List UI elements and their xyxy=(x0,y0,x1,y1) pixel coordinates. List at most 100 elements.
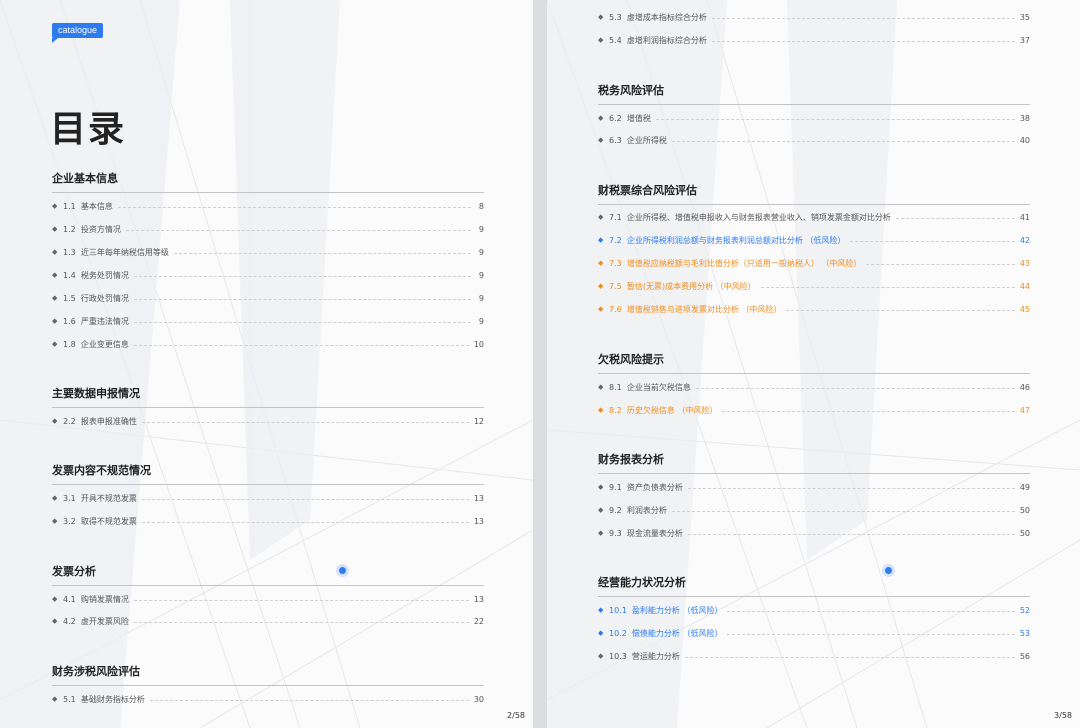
toc-entry[interactable]: ◆ 5.1 基础财务指标分析 30 xyxy=(52,692,484,706)
dot-leader xyxy=(866,263,1015,265)
section-title: 发票分析 xyxy=(52,563,484,586)
entry-number: 6.2 xyxy=(609,113,622,123)
entry-number: 6.3 xyxy=(609,135,622,145)
diamond-icon: ◆ xyxy=(52,294,58,302)
entry-page-number: 8 xyxy=(478,201,484,211)
toc-entry[interactable]: ◆ 5.3 虚增成本指标综合分析 35 xyxy=(598,10,1030,24)
toc-entry[interactable]: ◆ 10.1 盈利能力分析 （低风险） 52 xyxy=(598,603,1030,617)
toc-entry[interactable]: ◆ 10.3 营运能力分析 56 xyxy=(598,649,1030,663)
section-title: 税务风险评估 xyxy=(598,82,1030,105)
page-number: 3/58 xyxy=(1054,711,1072,720)
toc-entry[interactable]: ◆ 10.2 偿债能力分析 （低风险） 53 xyxy=(598,626,1030,640)
entry-page-number: 35 xyxy=(1019,12,1030,22)
entry-number: 8.2 xyxy=(609,405,622,415)
entry-number: 10.1 xyxy=(609,605,627,615)
diamond-icon: ◆ xyxy=(52,417,58,425)
diamond-icon: ◆ xyxy=(598,383,604,391)
diamond-icon: ◆ xyxy=(52,317,58,325)
entry-number: 7.3 xyxy=(609,258,622,268)
toc-entry[interactable]: ◆ 7.3 增值税应纳税额与毛利比值分析（只适用一般纳税人） （中风险） 43 xyxy=(598,256,1030,270)
entry-page-number: 49 xyxy=(1019,482,1030,492)
entry-page-number: 13 xyxy=(473,516,484,526)
toc-entry[interactable]: ◆ 1.2 投资方情况 9 xyxy=(52,222,484,236)
dot-leader xyxy=(684,656,1015,658)
toc-entry[interactable]: ◆ 4.1 购销发票情况 13 xyxy=(52,592,484,606)
diamond-icon: ◆ xyxy=(52,271,58,279)
diamond-icon: ◆ xyxy=(598,136,604,144)
dot-leader xyxy=(133,298,471,300)
entry-label: 企业所得税、增值税申报收入与财务报表营业收入、销项发票金额对比分析 xyxy=(626,212,891,222)
dot-leader xyxy=(711,17,1015,19)
dot-leader xyxy=(141,421,469,423)
toc-entry[interactable]: ◆ 1.3 近三年每年纳税信用等级 9 xyxy=(52,245,484,259)
entry-number: 1.6 xyxy=(63,316,76,326)
toc-entry[interactable]: ◆ 1.8 企业变更信息 10 xyxy=(52,337,484,351)
entry-number: 5.3 xyxy=(609,12,622,22)
entry-number: 3.1 xyxy=(63,493,76,503)
entry-label: 资产负债表分析 xyxy=(626,482,683,492)
toc-entry[interactable]: ◆ 1.5 行政处罚情况 9 xyxy=(52,291,484,305)
toc-entry[interactable]: ◆ 8.1 企业当前欠税信息 46 xyxy=(598,380,1030,394)
toc-entry[interactable]: ◆ 6.2 增值税 38 xyxy=(598,111,1030,125)
entry-page-number: 50 xyxy=(1019,528,1030,538)
diamond-icon: ◆ xyxy=(52,202,58,210)
toc-entry[interactable]: ◆ 7.6 增值税销售与进项发票对比分析 （中风险） 45 xyxy=(598,302,1030,316)
entry-label: 企业当前欠税信息 xyxy=(626,382,691,392)
entry-page-number: 38 xyxy=(1019,113,1030,123)
toc-entry[interactable]: ◆ 7.5 暂估(无票)成本费用分析 （中风险） 44 xyxy=(598,279,1030,293)
dot-leader xyxy=(895,217,1015,219)
toc-entry[interactable]: ◆ 7.1 企业所得税、增值税申报收入与财务报表营业收入、销项发票金额对比分析 41 xyxy=(598,210,1030,224)
entry-page-number: 10 xyxy=(473,339,484,349)
entry-label: 基本信息 xyxy=(80,201,113,211)
entry-label: 开具不规范发票 xyxy=(80,493,137,503)
diamond-icon: ◆ xyxy=(598,236,604,244)
entry-number: 4.1 xyxy=(63,594,76,604)
toc-entry[interactable]: ◆ 2.2 报表申报准确性 12 xyxy=(52,414,484,428)
entry-number: 1.4 xyxy=(63,270,76,280)
section-title: 发票内容不规范情况 xyxy=(52,462,484,485)
dot-leader xyxy=(722,410,1015,412)
section-title: 欠税风险提示 xyxy=(598,351,1030,374)
dot-leader xyxy=(671,140,1015,142)
entry-label: 虚增成本指标综合分析 xyxy=(626,12,707,22)
entry-page-number: 47 xyxy=(1019,405,1030,415)
toc-entry[interactable]: ◆ 5.4 虚增利润指标综合分析 37 xyxy=(598,33,1030,47)
toc-entry[interactable]: ◆ 8.2 历史欠税信息 （中风险） 47 xyxy=(598,403,1030,417)
entry-label: 历史欠税信息 （中风险） xyxy=(626,405,718,415)
entry-label: 报表申报准确性 xyxy=(80,416,137,426)
diamond-icon: ◆ xyxy=(598,259,604,267)
entry-label: 企业变更信息 xyxy=(80,339,129,349)
toc-entry[interactable]: ◆ 9.1 资产负债表分析 49 xyxy=(598,480,1030,494)
toc-entry[interactable]: ◆ 9.3 现金流量表分析 50 xyxy=(598,526,1030,540)
diamond-icon: ◆ xyxy=(52,248,58,256)
entry-page-number: 53 xyxy=(1019,628,1030,638)
entry-label: 增值税应纳税额与毛利比值分析（只适用一般纳税人） （中风险） xyxy=(626,258,862,268)
dot-leader xyxy=(117,206,471,208)
catalogue-badge: catalogue xyxy=(52,23,104,43)
toc-entry[interactable]: ◆ 4.2 虚开发票风险 22 xyxy=(52,614,484,628)
entry-number: 7.6 xyxy=(609,304,622,314)
diamond-icon: ◆ xyxy=(598,483,604,491)
toc-entry[interactable]: ◆ 9.2 利润表分析 50 xyxy=(598,503,1030,517)
entry-page-number: 30 xyxy=(473,694,484,704)
entry-number: 7.1 xyxy=(609,212,622,222)
toc-entry[interactable]: ◆ 3.2 取得不规范发票 13 xyxy=(52,514,484,528)
toc-entry[interactable]: ◆ 1.4 税务处罚情况 9 xyxy=(52,268,484,282)
entry-label: 严重违法情况 xyxy=(80,316,129,326)
diamond-icon: ◆ xyxy=(598,213,604,221)
dot-leader xyxy=(125,229,471,231)
entry-page-number: 12 xyxy=(473,416,484,426)
entry-label: 税务处罚情况 xyxy=(80,270,129,280)
toc-entry[interactable]: ◆ 6.3 企业所得税 40 xyxy=(598,133,1030,147)
toc-entry[interactable]: ◆ 1.1 基本信息 8 xyxy=(52,199,484,213)
entry-label: 偿债能力分析 （低风险） xyxy=(631,628,723,638)
toc-entry[interactable]: ◆ 7.2 企业所得税利润总额与财务报表利润总额对比分析 （低风险） 42 xyxy=(598,233,1030,247)
toc-entry[interactable]: ◆ 1.6 严重违法情况 9 xyxy=(52,314,484,328)
toc-entry[interactable]: ◆ 3.1 开具不规范发票 13 xyxy=(52,491,484,505)
entry-label: 取得不规范发票 xyxy=(80,516,137,526)
entry-label: 近三年每年纳税信用等级 xyxy=(80,247,169,257)
dot-leader xyxy=(687,533,1015,535)
dot-leader xyxy=(695,387,1015,389)
marker-dot xyxy=(885,567,892,574)
dot-leader xyxy=(786,309,1015,311)
